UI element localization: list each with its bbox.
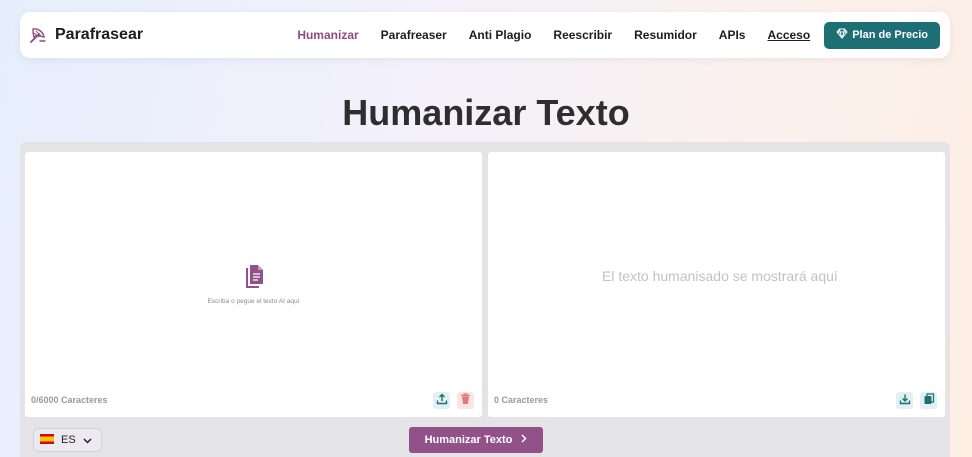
upload-button[interactable] xyxy=(433,392,450,409)
language-code: ES xyxy=(61,434,76,446)
chevron-down-icon xyxy=(83,431,92,449)
humanize-button[interactable]: Humanizar Texto xyxy=(409,427,543,453)
top-navbar: Parafrasear Humanizar Parafreaser Anti P… xyxy=(20,12,950,58)
tool-bottom-bar: ES Humanizar Texto xyxy=(20,419,950,457)
diamond-icon xyxy=(836,28,848,42)
humanize-button-label: Humanizar Texto xyxy=(424,434,513,446)
input-panel[interactable]: Escriba o pegue el texto AI aquí 0/6000 … xyxy=(25,152,482,417)
download-button[interactable] xyxy=(896,392,913,409)
main-nav: Humanizar Parafreaser Anti Plagio Reescr… xyxy=(275,21,940,49)
page-title: Humanizar Texto xyxy=(342,92,630,133)
spain-flag-icon xyxy=(40,431,54,449)
nav-link-resumidor[interactable]: Resumidor xyxy=(634,28,697,42)
pricing-plan-button[interactable]: Plan de Precio xyxy=(824,21,940,49)
input-prompt: Escriba o pegue el texto AI aquí xyxy=(25,264,482,305)
brand[interactable]: Parafrasear xyxy=(28,25,143,45)
output-actions xyxy=(896,392,937,409)
input-prompt-text: Escriba o pegue el texto AI aquí xyxy=(207,298,300,305)
upload-icon xyxy=(436,392,448,410)
humanizer-tool: Escriba o pegue el texto AI aquí 0/6000 … xyxy=(20,142,950,457)
chevron-right-icon xyxy=(521,434,527,446)
input-char-count: 0/6000 Caracteres xyxy=(31,395,108,405)
brand-name: Parafrasear xyxy=(55,26,144,43)
language-select[interactable]: ES xyxy=(33,428,102,452)
download-icon xyxy=(899,392,911,410)
nav-link-acceso[interactable]: Acceso xyxy=(767,28,810,42)
output-panel: El texto humanisado se mostrará aquí 0 C… xyxy=(488,152,945,417)
clear-button[interactable] xyxy=(457,392,474,409)
pricing-plan-label: Plan de Precio xyxy=(852,29,928,41)
document-icon xyxy=(243,264,265,295)
output-char-count: 0 Caracteres xyxy=(494,395,549,405)
nav-link-humanizar[interactable]: Humanizar xyxy=(297,28,358,42)
feather-quill-icon xyxy=(28,25,48,45)
output-placeholder: El texto humanisado se mostrará aquí xyxy=(602,268,838,284)
nav-link-apis[interactable]: APIs xyxy=(719,28,746,42)
nav-link-parafreaser[interactable]: Parafreaser xyxy=(381,28,447,42)
input-actions xyxy=(433,392,474,409)
nav-link-anti-plagio[interactable]: Anti Plagio xyxy=(469,28,532,42)
copy-icon xyxy=(923,392,935,410)
trash-icon xyxy=(460,392,471,410)
nav-link-reescribir[interactable]: Reescribir xyxy=(553,28,612,42)
copy-button[interactable] xyxy=(920,392,937,409)
